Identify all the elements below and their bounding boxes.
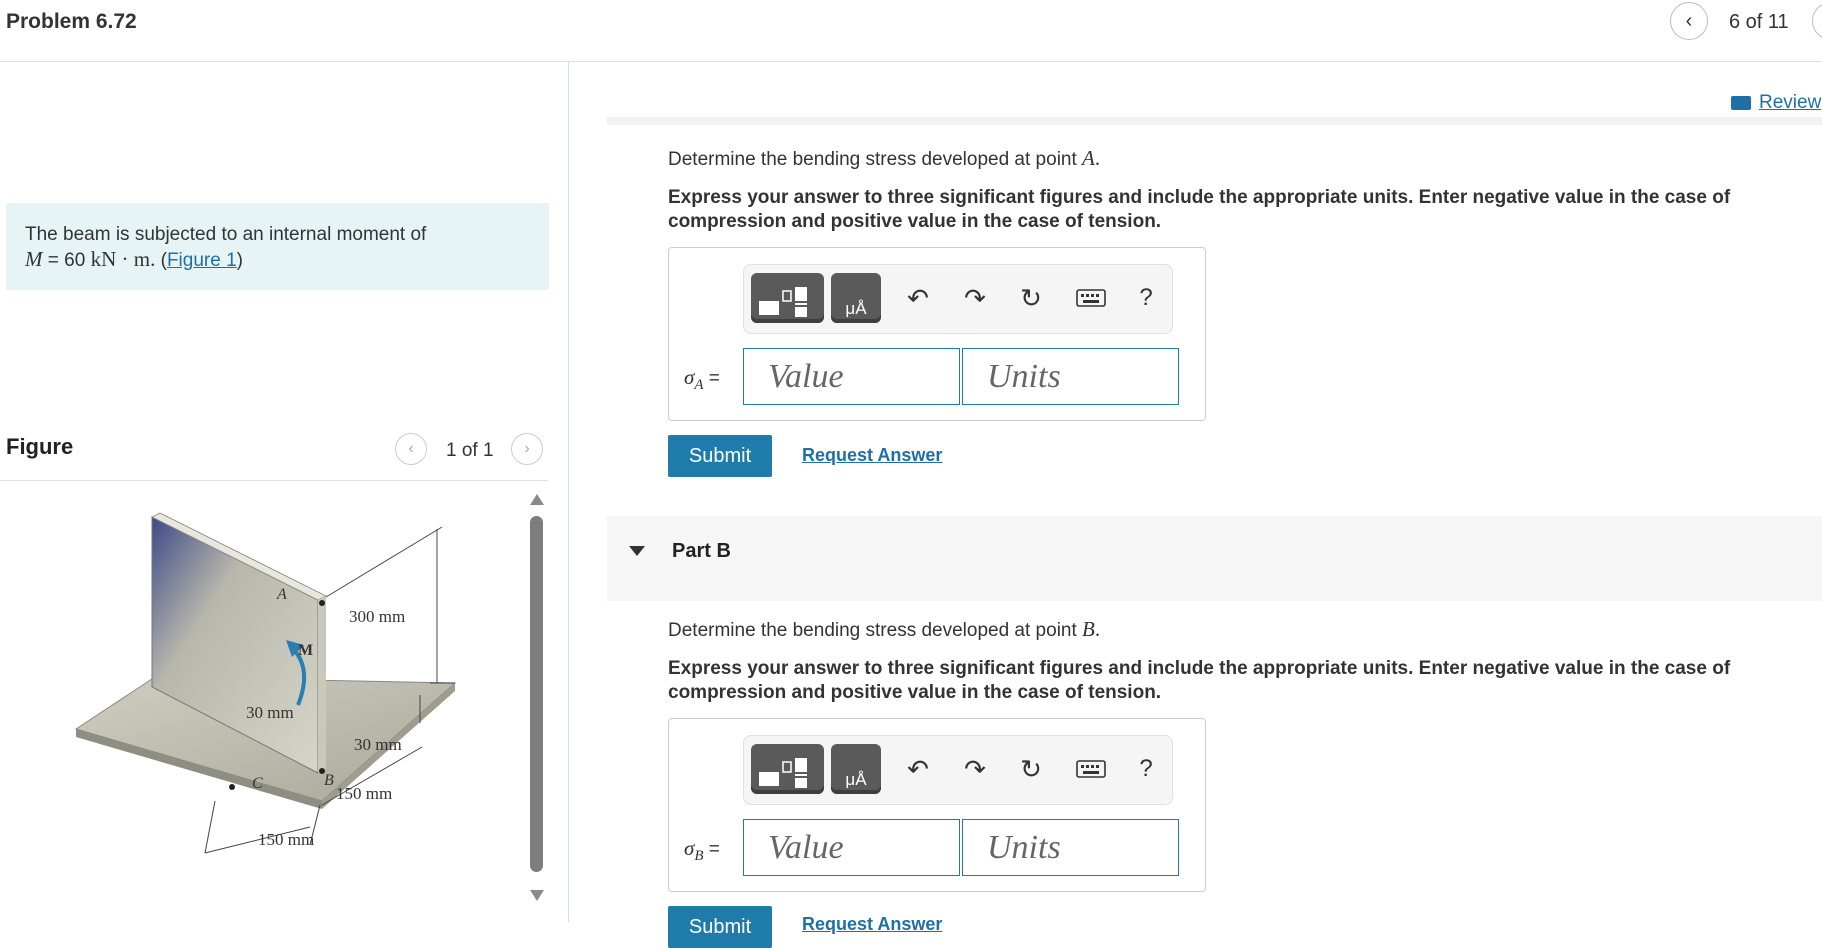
part-b-units-input[interactable] [963, 820, 1178, 875]
sigma-subscript: B [694, 847, 704, 864]
problem-counter: 6 of 11 [1729, 11, 1789, 33]
part-a-value-field[interactable] [743, 348, 960, 405]
part-b-toolbar: μÅ ↶ ↷ ↻ ? [743, 735, 1173, 805]
chevron-right-icon: › [524, 440, 530, 457]
panel-divider [568, 61, 569, 922]
part-a-submit-button[interactable]: Submit [668, 435, 772, 477]
part-b-header[interactable] [607, 516, 1822, 601]
part-a-question-text: Determine the bending stress developed a… [668, 149, 1083, 170]
close-paren: ) [236, 250, 243, 271]
reset-icon[interactable]: ↻ [1014, 281, 1048, 315]
part-a-units-field[interactable] [962, 348, 1179, 405]
prompt-text: The beam is subjected to an internal mom… [25, 224, 427, 245]
part-b-instructions: Express your answer to three significant… [668, 658, 1731, 703]
review-link[interactable]: Review [1731, 92, 1821, 114]
part-a-instructions: Express your answer to three significant… [668, 187, 1731, 232]
keyboard-icon[interactable] [1074, 281, 1108, 315]
dim-150mm-left: 150 mm [258, 830, 314, 849]
part-b-value-field[interactable] [743, 819, 960, 876]
problem-title: Problem 6.72 [6, 10, 137, 33]
sigma-a-label: σA = [684, 365, 720, 394]
part-a-answer-box: μÅ ↶ ↷ ↻ ? σA = [668, 247, 1206, 421]
template-icon [759, 758, 807, 788]
moment-variable: M [25, 247, 43, 271]
part-b-question: Determine the bending stress developed a… [668, 617, 1101, 641]
moment-unit: kN · m. [90, 247, 156, 271]
redo-icon[interactable]: ↷ [958, 281, 992, 315]
undo-icon[interactable]: ↶ [901, 281, 935, 315]
scroll-down-arrow[interactable] [530, 890, 544, 901]
scroll-up-arrow[interactable] [530, 494, 544, 505]
review-label: Review [1759, 92, 1822, 113]
beam-figure: A M 300 mm 30 mm 30 mm C B 150 mm 150 mm [74, 512, 457, 854]
part-b-heading: Part B [672, 540, 731, 562]
units-button[interactable]: μÅ [831, 273, 881, 323]
part-a-request-answer-link[interactable]: Request Answer [802, 445, 942, 466]
template-icon [759, 287, 807, 317]
keyboard-icon[interactable] [1074, 752, 1108, 786]
point-a-label: A [276, 586, 287, 603]
units-button[interactable]: μÅ [831, 744, 881, 794]
moment-value: = 60 [42, 250, 91, 271]
point-c-label: C [252, 775, 263, 792]
figure-prev-button[interactable]: ‹ [395, 433, 427, 465]
part-a-point: A [1082, 146, 1095, 170]
figure-link[interactable]: Figure 1 [167, 250, 237, 271]
part-b-submit-button[interactable]: Submit [668, 906, 772, 948]
part-a-toolbar: μÅ ↶ ↷ ↻ ? [743, 264, 1173, 334]
help-button[interactable]: ? [1129, 752, 1163, 786]
part-a-value-input[interactable] [744, 349, 959, 404]
sigma-subscript: A [694, 376, 704, 393]
part-b-point: B [1082, 617, 1095, 641]
templates-button[interactable] [751, 744, 824, 794]
part-b-question-text: Determine the bending stress developed a… [668, 620, 1083, 641]
figure-next-button[interactable]: › [511, 433, 543, 465]
equals-sign: = [703, 368, 720, 389]
problem-prompt: The beam is subjected to an internal mom… [6, 203, 549, 290]
top-bar: Problem 6.72 ‹ 6 of 11 [0, 0, 1822, 62]
sigma-symbol: σ [684, 836, 695, 860]
book-icon [1731, 96, 1751, 110]
dim-150mm-right: 150 mm [336, 784, 392, 803]
chevron-left-icon: ‹ [408, 440, 414, 457]
dim-30mm-flange: 30 mm [354, 735, 402, 754]
part-a-question: Determine the bending stress developed a… [668, 146, 1101, 170]
part-a-top-band [607, 117, 1822, 125]
previous-problem-button[interactable]: ‹ [1670, 2, 1708, 40]
part-b-answer-box: μÅ ↶ ↷ ↻ ? σB = [668, 718, 1206, 892]
redo-icon[interactable]: ↷ [958, 752, 992, 786]
equals-sign: = [703, 839, 720, 860]
moment-label: M [298, 642, 313, 659]
undo-icon[interactable]: ↶ [901, 752, 935, 786]
part-b-request-answer-link[interactable]: Request Answer [802, 914, 942, 935]
part-b-value-input[interactable] [744, 820, 959, 875]
figure-counter: 1 of 1 [446, 440, 494, 461]
scrollbar-thumb[interactable] [530, 516, 543, 872]
sigma-symbol: σ [684, 365, 695, 389]
part-b-units-field[interactable] [962, 819, 1179, 876]
chevron-left-icon: ‹ [1685, 9, 1693, 32]
sigma-b-label: σB = [684, 836, 720, 865]
templates-button[interactable] [751, 273, 824, 323]
figure-label: Figure [6, 434, 74, 459]
help-button[interactable]: ? [1129, 281, 1163, 315]
dim-300mm: 300 mm [349, 607, 405, 626]
caret-down-icon[interactable] [629, 546, 645, 556]
dim-30mm-web: 30 mm [246, 703, 294, 722]
open-paren: ( [155, 250, 167, 271]
reset-icon[interactable]: ↻ [1014, 752, 1048, 786]
part-a-units-input[interactable] [963, 349, 1178, 404]
point-b-label: B [324, 772, 334, 789]
next-problem-button[interactable] [1812, 2, 1822, 40]
